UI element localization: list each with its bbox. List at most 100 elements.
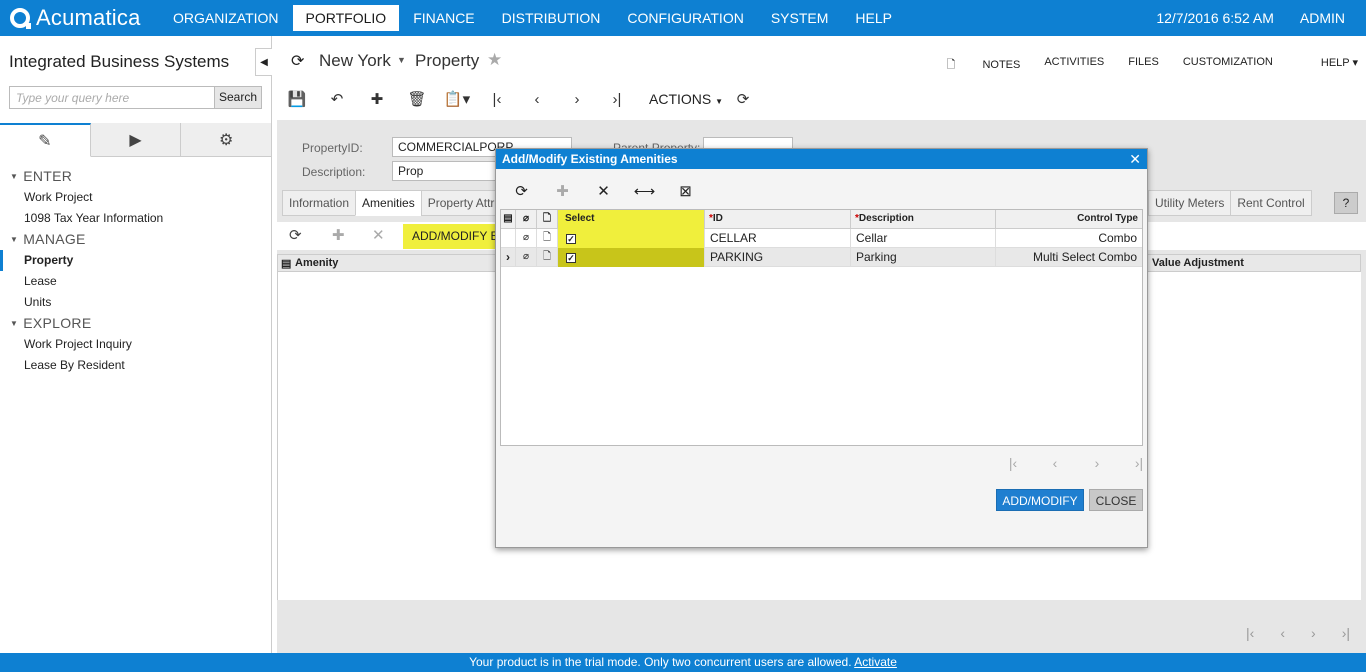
menu-group-explore[interactable]: ▼ EXPLORE: [0, 313, 271, 334]
star-icon[interactable]: ★: [487, 50, 502, 70]
select-checkbox[interactable]: ✓: [558, 248, 705, 267]
search-button[interactable]: Search: [214, 86, 262, 109]
tab-help-icon[interactable]: ?: [1334, 192, 1358, 214]
undo-icon[interactable]: ↶: [317, 90, 357, 108]
cell-control-type[interactable]: Combo: [996, 229, 1142, 248]
select-checkbox[interactable]: ✓: [558, 229, 705, 248]
clipboard-icon[interactable]: 📋▾: [437, 90, 477, 108]
previous-record-icon[interactable]: ‹: [517, 91, 557, 108]
delete-icon[interactable]: 🗑: [397, 90, 437, 108]
table-row[interactable]: ⌀ 🗋 ✓ CELLAR Cellar Combo: [501, 229, 1142, 248]
tab-settings[interactable]: ⚙: [181, 123, 272, 156]
tab-edit[interactable]: ✎: [0, 123, 91, 157]
delete-row-icon[interactable]: ✕: [583, 182, 624, 200]
caret-down-icon: ▼: [10, 172, 19, 181]
notes-link[interactable]: 🗋 NOTES: [923, 56, 1021, 75]
cell-control-type[interactable]: Multi Select Combo: [996, 248, 1142, 267]
menu-group-enter[interactable]: ▼ ENTER: [0, 166, 271, 187]
add-icon[interactable]: ✚: [332, 226, 345, 244]
tab-utility-meters[interactable]: Utility Meters: [1148, 190, 1232, 216]
column-id[interactable]: *ID: [705, 210, 851, 229]
dialog-title-bar[interactable]: Add/Modify Existing Amenities ✕: [496, 149, 1147, 169]
search-input[interactable]: Type your query here: [9, 86, 215, 109]
tab-property-attributes[interactable]: Property Attri: [420, 190, 505, 216]
refresh-icon[interactable]: ⟳: [723, 90, 763, 108]
next-page-icon[interactable]: ›: [1076, 455, 1118, 471]
sidebar-item-property[interactable]: Property: [0, 250, 271, 271]
property-id-label: PropertyID:: [302, 141, 363, 155]
sidebar-item-lease[interactable]: Lease: [0, 271, 271, 292]
refresh-icon[interactable]: ⟳: [501, 182, 542, 200]
column-value-adjustment[interactable]: Value Adjustment: [1152, 257, 1244, 269]
location-title[interactable]: New York: [319, 51, 391, 71]
table-row[interactable]: › ⌀ 🗋 ✓ PARKING Parking Multi Select Com…: [501, 248, 1142, 267]
caret-down-icon[interactable]: ▼: [397, 55, 406, 65]
first-page-icon[interactable]: |‹: [992, 455, 1034, 471]
grid-menu-icon[interactable]: ▤: [281, 257, 291, 270]
close-button[interactable]: CLOSE: [1089, 489, 1143, 511]
column-control-type[interactable]: Control Type: [996, 210, 1142, 229]
nav-finance[interactable]: FINANCE: [400, 5, 487, 31]
cell-id[interactable]: PARKING: [705, 248, 851, 267]
previous-page-icon[interactable]: ‹: [1034, 455, 1076, 471]
column-description[interactable]: *Description: [851, 210, 996, 229]
first-page-icon[interactable]: |‹: [1246, 625, 1254, 641]
sidebar-item-lease-by-resident[interactable]: Lease By Resident: [0, 355, 271, 376]
tab-information[interactable]: Information: [282, 190, 357, 216]
add-modify-button[interactable]: ADD/MODIFY E: [403, 224, 503, 249]
last-record-icon[interactable]: ›|: [597, 91, 637, 108]
cell-description[interactable]: Cellar: [851, 229, 996, 248]
next-record-icon[interactable]: ›: [557, 91, 597, 108]
sidebar-item-work-project-inquiry[interactable]: Work Project Inquiry: [0, 334, 271, 355]
tab-run[interactable]: ▶: [90, 123, 182, 156]
company-name[interactable]: Integrated Business Systems: [9, 52, 229, 72]
last-page-icon[interactable]: ›|: [1118, 455, 1160, 471]
attachment-icon[interactable]: ⌀: [516, 248, 537, 267]
note-icon[interactable]: 🗋: [537, 229, 558, 248]
add-icon[interactable]: ✚: [357, 90, 397, 108]
fit-columns-icon[interactable]: ⟷: [624, 182, 665, 200]
add-modify-confirm-button[interactable]: ADD/MODIFY: [996, 489, 1084, 511]
attachment-icon[interactable]: ⌀: [516, 229, 537, 248]
cell-id[interactable]: CELLAR: [705, 229, 851, 248]
column-amenity[interactable]: Amenity: [295, 257, 338, 269]
sidebar-item-work-project[interactable]: Work Project: [0, 187, 271, 208]
help-link[interactable]: HELP ▾: [1297, 56, 1358, 75]
nav-configuration[interactable]: CONFIGURATION: [614, 5, 756, 31]
description-field[interactable]: Prop: [392, 161, 502, 181]
logo[interactable]: Acumatica: [0, 5, 160, 31]
note-icon[interactable]: 🗋: [537, 248, 558, 267]
activate-link[interactable]: Activate: [854, 655, 897, 669]
nav-distribution[interactable]: DISTRIBUTION: [489, 5, 614, 31]
activities-link[interactable]: ACTIVITIES: [1044, 56, 1104, 75]
close-icon[interactable]: ✕: [1129, 149, 1141, 169]
nav-help[interactable]: HELP: [842, 5, 905, 31]
tab-rent-control[interactable]: Rent Control: [1230, 190, 1312, 216]
sidebar-item-1098-tax[interactable]: 1098 Tax Year Information: [0, 208, 271, 229]
nav-system[interactable]: SYSTEM: [758, 5, 842, 31]
first-record-icon[interactable]: |‹: [477, 91, 517, 108]
column-select[interactable]: Select: [558, 210, 705, 229]
last-page-icon[interactable]: ›|: [1342, 625, 1350, 641]
customization-link[interactable]: CUSTOMIZATION: [1183, 56, 1273, 75]
actions-menu[interactable]: ACTIONS ▼: [649, 91, 723, 107]
files-link[interactable]: FILES: [1128, 56, 1159, 75]
sidebar-item-units[interactable]: Units: [0, 292, 271, 313]
nav-organization[interactable]: ORGANIZATION: [160, 5, 292, 31]
delete-row-icon[interactable]: ✕: [372, 226, 385, 244]
export-excel-icon[interactable]: ⊠: [665, 182, 706, 200]
refresh-icon[interactable]: ⟳: [291, 51, 304, 71]
refresh-icon[interactable]: ⟳: [289, 226, 302, 244]
menu-group-manage[interactable]: ▼ MANAGE: [0, 229, 271, 250]
previous-page-icon[interactable]: ‹: [1280, 625, 1285, 641]
grid-menu-icon[interactable]: ▤: [501, 210, 516, 229]
nav-portfolio[interactable]: PORTFOLIO: [292, 5, 400, 31]
user-menu[interactable]: ADMIN: [1300, 10, 1345, 26]
next-page-icon[interactable]: ›: [1311, 625, 1316, 641]
collapse-sidebar-button[interactable]: ◀: [255, 48, 272, 76]
datetime[interactable]: 12/7/2016 6:52 AM: [1156, 10, 1274, 26]
tab-amenities[interactable]: Amenities: [355, 190, 422, 216]
cell-description[interactable]: Parking: [851, 248, 996, 267]
add-icon[interactable]: ✚: [542, 182, 583, 200]
save-icon[interactable]: 💾: [277, 90, 317, 108]
